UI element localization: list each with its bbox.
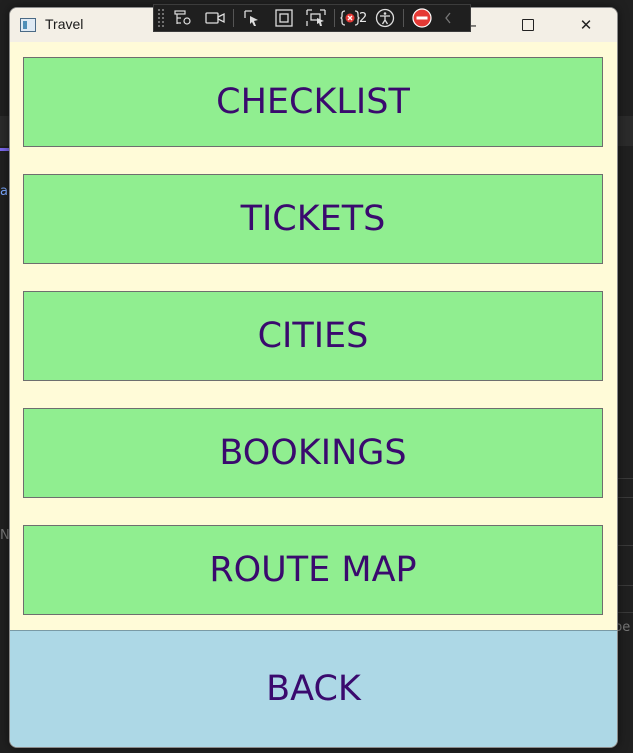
bookings-button[interactable]: BOOKINGS xyxy=(23,408,603,498)
binding-failure-icon xyxy=(340,10,360,26)
visual-tree-icon xyxy=(174,10,191,25)
cities-button[interactable]: CITIES xyxy=(23,291,603,381)
accessibility-checker-button[interactable] xyxy=(371,6,399,30)
checklist-button-label: CHECKLIST xyxy=(216,82,410,122)
accessibility-icon xyxy=(376,8,395,28)
back-button[interactable]: BACK xyxy=(10,630,617,747)
toolbar-grip-handle[interactable] xyxy=(157,8,165,28)
app-icon xyxy=(20,18,36,32)
select-element-button[interactable] xyxy=(238,6,266,30)
chevron-left-icon xyxy=(445,12,451,24)
debug-toolbar: 2 xyxy=(153,4,471,32)
bookings-button-label: BOOKINGS xyxy=(219,433,407,473)
track-focus-icon xyxy=(306,9,326,26)
no-entry-icon xyxy=(412,8,432,28)
toolbar-separator xyxy=(403,9,405,27)
binding-failures-count: 2 xyxy=(359,10,368,26)
route-map-button[interactable]: ROUTE MAP xyxy=(23,525,603,615)
toolbar-separator xyxy=(233,9,234,27)
binding-failures-button[interactable] xyxy=(339,6,361,30)
camera-icon xyxy=(205,12,225,24)
route-map-button-label: ROUTE MAP xyxy=(209,550,417,590)
maximize-button[interactable] xyxy=(505,8,551,42)
display-layout-adorners-button[interactable] xyxy=(270,6,298,30)
tickets-button[interactable]: TICKETS xyxy=(23,174,603,264)
travel-window: Travel – ✕ CHECKLIST TICKETS CITIES BOOK… xyxy=(9,7,618,748)
window-title: Travel xyxy=(45,16,84,32)
maximize-icon xyxy=(522,19,534,31)
toolbar-separator xyxy=(334,9,335,27)
record-button[interactable] xyxy=(201,6,229,30)
close-icon: ✕ xyxy=(579,16,593,34)
stop-button[interactable] xyxy=(408,6,436,30)
select-element-icon xyxy=(244,10,258,26)
close-button[interactable]: ✕ xyxy=(563,8,609,42)
checklist-button[interactable]: CHECKLIST xyxy=(23,57,603,147)
layout-adorner-icon xyxy=(275,9,293,27)
cities-button-label: CITIES xyxy=(257,316,369,356)
back-button-label: BACK xyxy=(266,669,361,709)
live-visual-tree-button[interactable] xyxy=(169,6,197,30)
track-focus-button[interactable] xyxy=(302,6,330,30)
collapse-toolbar-button[interactable] xyxy=(440,6,456,30)
tickets-button-label: TICKETS xyxy=(240,199,386,239)
background-text: a xyxy=(0,184,8,199)
